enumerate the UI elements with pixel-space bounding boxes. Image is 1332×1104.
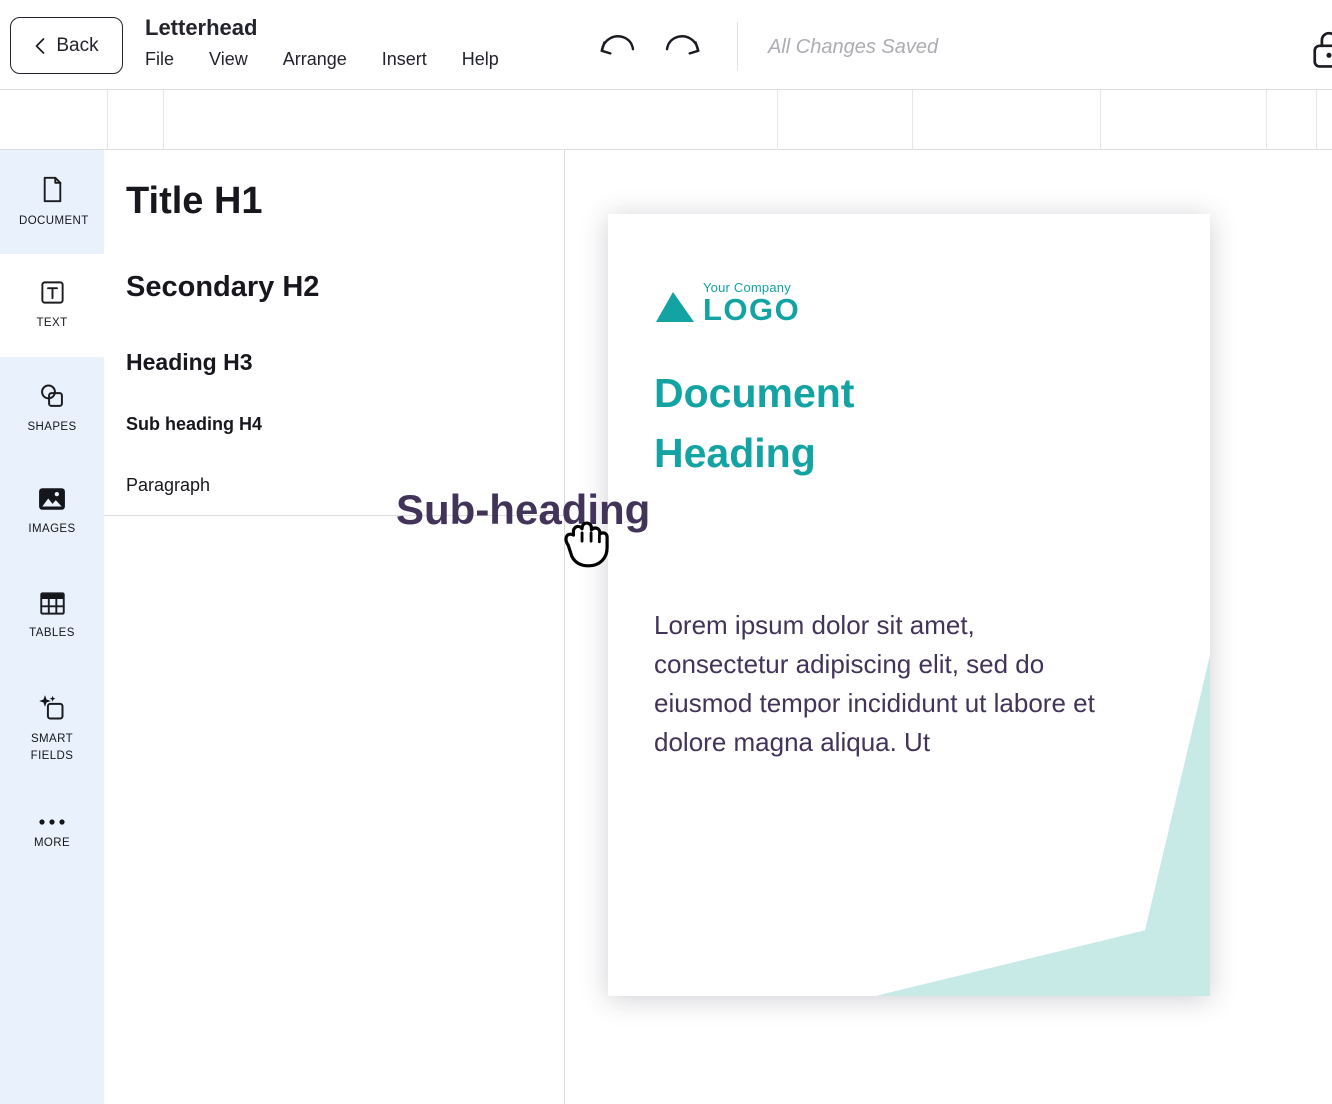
- sidebar-item-shapes[interactable]: SHAPES: [0, 357, 104, 460]
- chevron-left-icon: [34, 37, 46, 55]
- sidebar-item-label: SHAPES: [27, 419, 76, 436]
- tables-icon: [39, 591, 66, 616]
- company-logo[interactable]: Your Company LOGO: [654, 280, 800, 324]
- logo-triangle-icon: [654, 288, 696, 324]
- menu-file[interactable]: File: [145, 49, 174, 70]
- work-area: DOCUMENT TEXT SHAPES IMAGES: [0, 150, 1332, 1104]
- sidebar-item-label: DOCUMENT: [19, 213, 85, 230]
- document-page[interactable]: Your Company LOGO Document Heading Lorem…: [608, 214, 1210, 996]
- menu-bar: File View Arrange Insert Help: [145, 49, 499, 70]
- toolbar-divider: [1316, 90, 1317, 150]
- toolbar-divider: [912, 90, 913, 150]
- document-title: Letterhead: [145, 15, 257, 41]
- text-style-paragraph[interactable]: Paragraph: [126, 475, 210, 496]
- menu-help[interactable]: Help: [462, 49, 499, 70]
- shapes-icon: [38, 382, 66, 410]
- sidebar-item-smart-fields[interactable]: SMART FIELDS: [0, 668, 104, 790]
- sidebar-item-label: TABLES: [29, 625, 75, 642]
- smart-fields-icon: [38, 694, 66, 722]
- menu-view[interactable]: View: [209, 49, 248, 70]
- logo-text-block: Your Company LOGO: [703, 280, 800, 324]
- toolbar-divider: [1266, 90, 1267, 150]
- menu-insert[interactable]: Insert: [382, 49, 427, 70]
- toolbar-divider: [777, 90, 778, 150]
- text-icon: [39, 279, 66, 306]
- toolbar-divider: [1100, 90, 1101, 150]
- sidebar-item-images[interactable]: IMAGES: [0, 460, 104, 564]
- more-dots-icon: [37, 818, 67, 826]
- text-style-subheading-h4[interactable]: Sub heading H4: [126, 414, 262, 435]
- sidebar-item-more[interactable]: MORE: [0, 790, 104, 880]
- letterhead-editor-app: Back Letterhead File View Arrange Insert…: [0, 0, 1332, 1104]
- sidebar: DOCUMENT TEXT SHAPES IMAGES: [0, 150, 104, 1104]
- toolbar-divider: [107, 90, 108, 150]
- grab-hand-cursor: [551, 505, 615, 569]
- sidebar-item-text[interactable]: TEXT: [0, 254, 104, 357]
- document-body-text[interactable]: Lorem ipsum dolor sit amet, consectetur …: [654, 606, 1116, 762]
- document-icon: [39, 175, 66, 204]
- document-heading-text[interactable]: Document Heading: [654, 364, 964, 484]
- corner-accent-shape: [608, 214, 1210, 996]
- toolbar-divider: [163, 90, 164, 150]
- text-style-heading-h3[interactable]: Heading H3: [126, 349, 253, 376]
- canvas[interactable]: Your Company LOGO Document Heading Lorem…: [565, 150, 1332, 1104]
- toolbar: Playfair Display Bold Italic 18px B I U …: [0, 90, 1332, 150]
- sidebar-item-document[interactable]: DOCUMENT: [0, 150, 104, 254]
- sidebar-item-tables[interactable]: TABLES: [0, 564, 104, 668]
- sidebar-item-label: SMART FIELDS: [19, 731, 85, 764]
- text-style-secondary-h2[interactable]: Secondary H2: [126, 271, 319, 304]
- sidebar-item-label: MORE: [34, 835, 70, 852]
- undo-icon[interactable]: [596, 30, 638, 62]
- sidebar-item-label: TEXT: [37, 315, 68, 332]
- redo-icon[interactable]: [662, 30, 704, 62]
- back-button[interactable]: Back: [10, 17, 123, 74]
- save-status: All Changes Saved: [768, 36, 938, 59]
- lock-icon[interactable]: [1310, 28, 1332, 70]
- menu-arrange[interactable]: Arrange: [283, 49, 347, 70]
- sidebar-item-label: IMAGES: [28, 521, 75, 538]
- back-label: Back: [56, 35, 98, 57]
- header-divider: [737, 22, 738, 70]
- logo-wordmark: LOGO: [703, 296, 800, 324]
- header: Back Letterhead File View Arrange Insert…: [0, 0, 1332, 90]
- text-style-title-h1[interactable]: Title H1: [126, 180, 263, 223]
- text-styles-panel: Title H1 Secondary H2 Heading H3 Sub hea…: [104, 150, 565, 1104]
- images-icon: [38, 486, 66, 512]
